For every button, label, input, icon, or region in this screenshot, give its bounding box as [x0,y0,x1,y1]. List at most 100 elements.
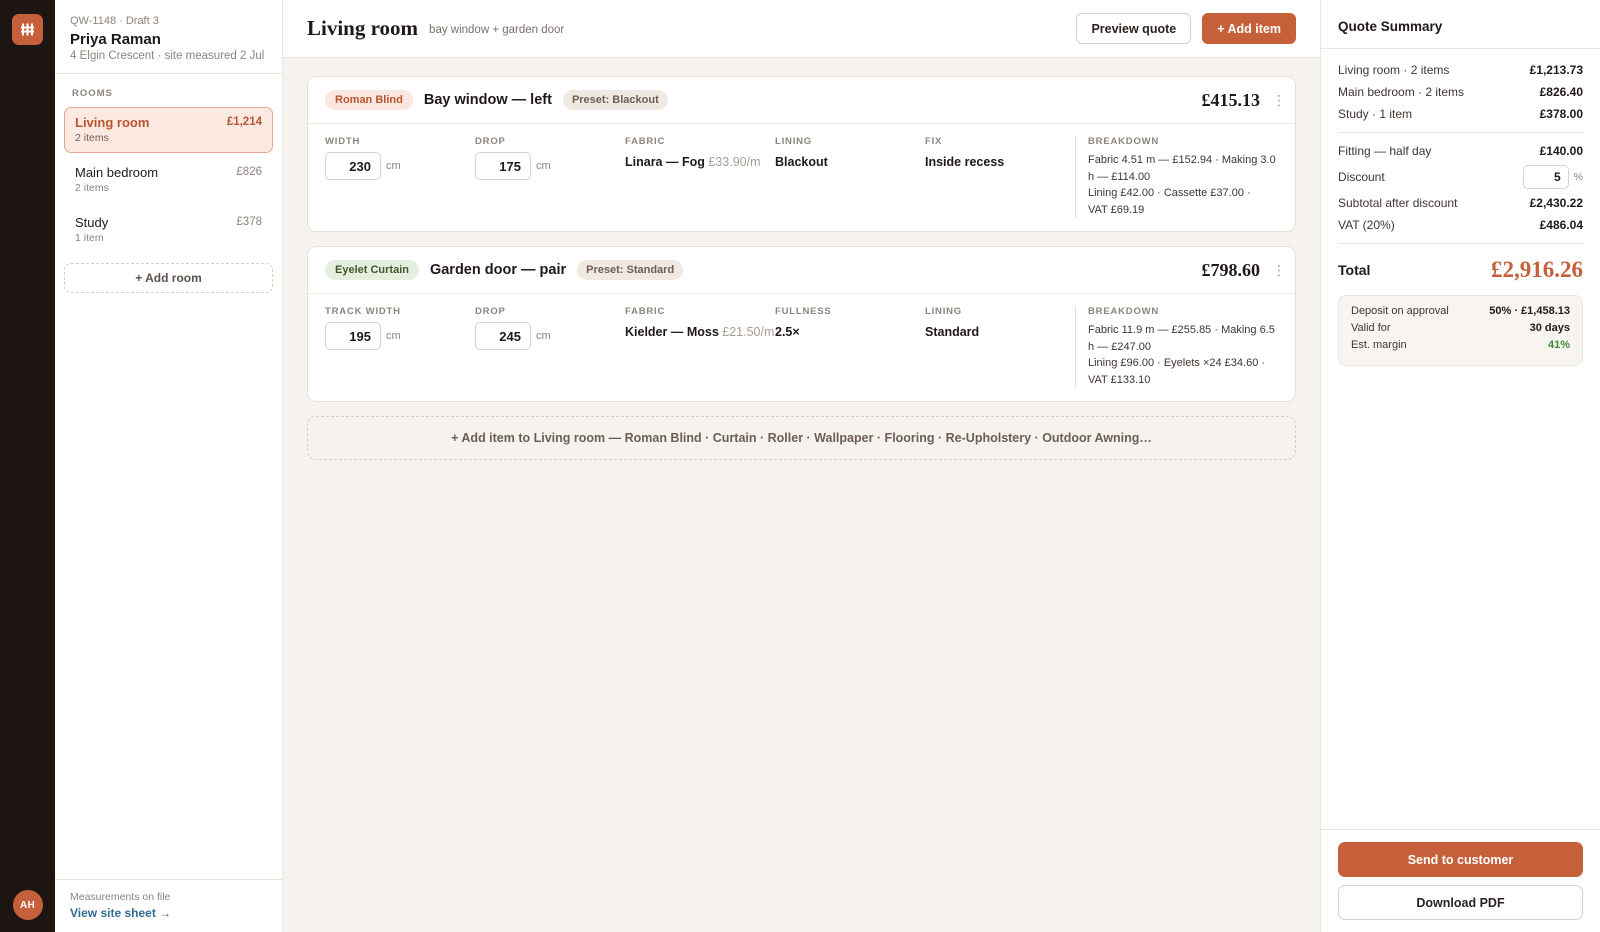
download-pdf-button[interactable]: Download PDF [1338,885,1583,920]
more-vertical-icon[interactable]: ⋮ [1272,263,1286,277]
fullness-value: 2.5× [775,325,800,339]
field-label: LINING [925,306,962,317]
add-item-button[interactable]: + Add item [1202,13,1296,44]
fullness-field[interactable]: FULLNESS 2.5× [775,306,925,388]
items-list: Roman Blind Bay window — left Preset: Bl… [283,58,1320,478]
lining-field[interactable]: LINING Blackout [775,136,925,218]
app-root: AH QW-1148 · Draft 3 Priya Raman 4 Elgin… [0,0,1600,932]
item-card-bay-window: Roman Blind Bay window — left Preset: Bl… [307,76,1296,232]
preset-badge[interactable]: Preset: Blackout [562,90,668,110]
room-editor: Living room bay window + garden door Pre… [283,0,1320,932]
row-label: Subtotal after discount [1338,196,1458,210]
field-label: WIDTH [325,136,361,147]
item-price: £798.60 [1201,259,1261,280]
field-label: BREAKDOWN [1088,136,1160,147]
discount-input[interactable] [1522,165,1569,189]
room-item-count: 2 items [75,132,109,144]
lining-field[interactable]: LINING Standard [925,306,1075,388]
row-label: Discount [1338,170,1385,184]
percent-unit: % [1573,171,1583,183]
room-item-study[interactable]: Study 1 item £378 [64,207,273,253]
deposit-box: Deposit on approval 50% · £1,458.13 Valid… [1338,295,1583,366]
room-item-living-room[interactable]: Living room 2 items £1,214 [64,107,273,153]
breakdown-line: VAT £69.19 [1088,203,1145,216]
row-label: Fitting — half day [1338,144,1432,158]
view-site-sheet-link[interactable]: View site sheet → [70,906,171,920]
send-to-customer-button[interactable]: Send to customer [1338,842,1583,877]
summary-room-row: Study · 1 item £378.00 [1338,103,1583,125]
subtotal-row: Subtotal after discount £2,430.22 [1338,192,1583,214]
item-card-header: Eyelet Curtain Garden door — pair Preset… [308,247,1295,294]
user-avatar[interactable]: AH [12,890,43,920]
total-label: Total [1338,262,1371,278]
fabric-price: £33.90/m [708,155,761,169]
fabric-name: Kielder — Moss [625,325,719,339]
item-card-body: TRACK WIDTH cm DROP cm [308,294,1295,401]
customer-name: Priya Raman [70,31,161,48]
row-label: Est. margin [1351,339,1407,351]
field-label: FABRIC [625,306,666,317]
row-value: £378.00 [1539,107,1583,121]
row-value: 50% · £1,458.13 [1489,305,1570,317]
room-name: Main bedroom [75,165,159,180]
fix-field[interactable]: FIX Inside recess [925,136,1075,218]
track-width-field: TRACK WIDTH cm [325,306,475,388]
breakdown-line: Lining £96.00 · Eyelets ×24 £34.60 · [1088,357,1266,369]
row-value: £1,213.73 [1529,63,1583,77]
fabric-field[interactable]: FABRIC Kielder — Moss £21.50/m [625,306,775,388]
room-header: Living room bay window + garden door Pre… [283,0,1320,58]
vat-row: VAT (20%) £486.04 [1338,214,1583,236]
measurements-label: Measurements on file [70,891,171,903]
item-type-badge: Eyelet Curtain [325,260,419,280]
field-label: FABRIC [625,136,666,147]
rooms-sidebar: QW-1148 · Draft 3 Priya Raman 4 Elgin Cr… [55,0,283,932]
customer-address: 4 Elgin Crescent · site measured 2 Jul [70,50,265,62]
more-vertical-icon[interactable]: ⋮ [1272,93,1286,107]
room-name: Living room [75,115,150,130]
summary-title: Quote Summary [1321,0,1600,49]
room-total: £1,214 [226,116,262,128]
unit-label: cm [386,160,401,172]
track-width-input[interactable] [325,322,381,350]
room-item-main-bedroom[interactable]: Main bedroom 2 items £826 [64,157,273,203]
item-card-header: Roman Blind Bay window — left Preset: Bl… [308,77,1295,124]
room-total: £378 [236,216,262,228]
row-label: VAT (20%) [1338,218,1395,232]
room-item-count: 2 items [75,182,109,194]
add-item-to-room-bar[interactable]: + Add item to Living room — Roman Blind … [307,416,1296,460]
field-label: DROP [475,306,506,317]
add-room-button[interactable]: + Add room [64,263,273,293]
margin-row: Est. margin 41% [1351,339,1570,356]
customer-header: QW-1148 · Draft 3 Priya Raman 4 Elgin Cr… [55,0,282,74]
summary-room-row: Main bedroom · 2 items £826.40 [1338,81,1583,103]
fix-value: Inside recess [925,155,1005,169]
drop-input[interactable] [475,152,531,180]
total-row: Total £2,916.26 [1338,257,1583,283]
row-label: Study · 1 item [1338,107,1413,121]
valid-row: Valid for 30 days [1351,322,1570,339]
drop-input[interactable] [475,322,531,350]
divider [1338,243,1583,244]
row-value: 41% [1547,339,1570,351]
breakdown-line: VAT £133.10 [1088,373,1151,386]
fitting-row: Fitting — half day £140.00 [1338,140,1583,162]
row-value: £826.40 [1539,85,1583,99]
field-label: DROP [475,136,506,147]
unit-label: cm [536,160,551,172]
room-total: £826 [236,166,262,178]
item-price: £415.13 [1201,89,1261,110]
window-grid-icon[interactable] [12,14,43,45]
fabric-price: £21.50/m [722,325,775,339]
row-label: Main bedroom · 2 items [1338,85,1465,99]
room-item-count: 1 item [75,232,104,244]
row-value: £486.04 [1539,218,1583,232]
preview-quote-button[interactable]: Preview quote [1076,13,1192,44]
fabric-field[interactable]: FABRIC Linara — Fog £33.90/m [625,136,775,218]
divider [1338,132,1583,133]
preset-badge[interactable]: Preset: Standard [577,260,684,280]
width-field: WIDTH cm [325,136,475,218]
item-card-garden-door: Eyelet Curtain Garden door — pair Preset… [307,246,1296,402]
width-input[interactable] [325,152,381,180]
breakdown-line: Fabric 4.51 m — £152.94 · Making 3.0 [1088,154,1276,166]
breakdown-line: Lining £42.00 · Cassette £37.00 · [1088,187,1251,199]
